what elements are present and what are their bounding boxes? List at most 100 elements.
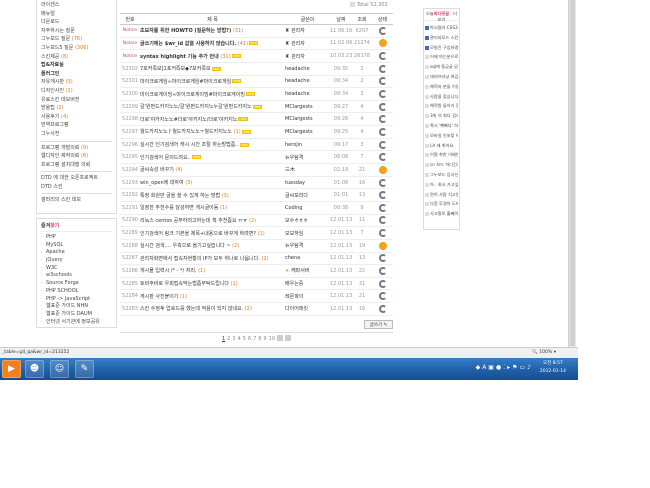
sidebar-menu-item[interactable]: 웹디자인 제작의뢰 (6) — [41, 152, 112, 161]
row-author[interactable]: 뉴우탐격 — [285, 239, 330, 253]
recent-comment-item[interactable]: 해적원 들어가 정년.. — [425, 101, 458, 111]
post-title-link[interactable]: 초보자를 위한 HOWTO (질문하는 방법?) — [140, 28, 231, 34]
row-author[interactable]: 레몬파이 — [285, 289, 330, 304]
recent-comment-item[interactable]: 아.. 회사 가고싶다.. — [425, 180, 458, 190]
post-title-link[interactable]: 게시물 입력시 /* - */ 처리. — [140, 268, 197, 274]
row-author[interactable]: 뉴우탐격 — [285, 150, 330, 165]
recent-comment-item[interactable]: 관리자모드 스킨입.. — [425, 33, 458, 43]
post-title-link[interactable]: 실시간 검색.... 우측으로 옮기고싶습니다 ~ — [140, 243, 231, 249]
row-author[interactable]: ★ 케파서버 — [285, 264, 330, 278]
tray-icons[interactable]: ◆A▣●⁚▸⚑▭♪ — [476, 364, 533, 371]
sidebar-menu-item[interactable]: 라이센스 — [41, 1, 112, 10]
sidebar-menu-item[interactable]: 디자인사진 (1) — [41, 87, 112, 96]
sidebar-menu-item[interactable]: 다운로드 — [41, 18, 112, 27]
recent-comment-item[interactable]: 모빌진 구입하겠다.. — [425, 43, 458, 53]
post-title-link[interactable]: 글쓰기에는 $wr_id 값을 사용하지 않습니다. — [140, 41, 236, 47]
sidebar-menu-item[interactable]: 팁&자료실 — [41, 61, 112, 70]
sidebar-menu-item[interactable]: 사용후기 (4) — [41, 113, 112, 122]
recent-comment-item[interactable]: 사고팔로 홀빼이저 .. — [425, 209, 458, 219]
recent-comment-item[interactable]: LA 에 취어요. — [425, 141, 458, 151]
sidebar-menu-item[interactable]: 유료스킨 데모버전 — [41, 96, 112, 105]
sidebar-menu-item[interactable]: DTD 스킨 — [41, 183, 112, 192]
post-title-link[interactable]: 일정한 추천수를 달성하면 게시글이동 — [140, 205, 218, 211]
sidebar-menu-item[interactable]: 방울팁 (2) — [41, 104, 112, 113]
recent-comment-item[interactable]: 그누보드 입사신청.. — [425, 170, 458, 180]
page-link[interactable]: 5 — [243, 336, 246, 342]
recent-comment-item[interactable]: 해적자 분들 이용 .. — [425, 82, 458, 92]
sidebar-menu-item[interactable]: 그누사전 — [41, 130, 112, 139]
favorite-link[interactable]: 웹표준 가이드 NHN — [41, 303, 112, 311]
last-page-icon[interactable] — [285, 335, 292, 341]
page-link[interactable]: 6 — [248, 336, 251, 342]
row-author[interactable]: 글씨모리다 — [285, 188, 330, 202]
sidebar-menu-item[interactable]: 그누보드 질문 (76) — [41, 35, 112, 44]
post-title-link[interactable]: 스킨 수정후 업로드를 했는데 적용이 되지 않네요. — [140, 306, 243, 312]
row-author[interactable]: MClargests — [285, 100, 330, 114]
sidebar-menu-item[interactable]: 자유게시판 (3) — [41, 78, 112, 87]
post-title-link[interactable]: 월드카지노노ㅏ월드카지노노ㅜ월드카지노노 — [140, 129, 232, 135]
row-author[interactable]: 모수ㅎㅎㅎ — [285, 214, 330, 228]
favorite-link[interactable]: w3schools — [41, 272, 112, 280]
post-title-link[interactable]: 더로'야카지노노#더로'야카지노/더로'야카지노 — [140, 117, 237, 123]
post-title-link[interactable]: win_open에 대하여 — [140, 180, 184, 186]
recent-comment-item[interactable]: 박시털러 CSS3 into.. — [425, 23, 458, 33]
post-title-link[interactable]: 인기검색어 문의드려요.. — [140, 155, 191, 161]
row-author[interactable]: herojin — [285, 138, 330, 152]
favorite-link[interactable]: 인터넷 서기관에 정보공유 — [41, 319, 112, 327]
row-author[interactable]: Coding — [285, 201, 330, 215]
row-author[interactable]: MClargests — [285, 112, 330, 127]
recent-comment-item[interactable]: sql에 중급글 있어.. — [425, 62, 458, 72]
row-author[interactable]: 다이어레킷 — [285, 302, 330, 316]
vertical-scrollbar[interactable] — [568, 0, 576, 347]
page-link[interactable]: 3 — [232, 336, 235, 342]
row-author[interactable]: ♜ 관리자 — [285, 37, 330, 51]
sidebar-menu-item[interactable]: 갤러리의 스킨 데모 — [41, 196, 112, 205]
row-author[interactable]: headache — [285, 87, 330, 101]
post-title-link[interactable]: 특정 회원만 글을 쓸 수 있게 하는 방법 — [140, 193, 220, 199]
sidebar-menu-item[interactable]: 그누보드5 질문 (306) — [41, 44, 112, 53]
post-title-link[interactable]: 인기검색어 링크 기본을 제목+내용으로 바꾸게 하려면? — [140, 231, 256, 237]
page-link[interactable]: 1 — [222, 336, 225, 342]
page-link[interactable]: 2 — [227, 336, 230, 342]
recent-comment-item[interactable]: 3위 의 최다 검색 .. — [425, 111, 458, 121]
page-link[interactable]: 7 — [253, 336, 256, 342]
post-title-link[interactable]: 7포커족보[1포커족보◆7포커족보 — [140, 66, 211, 72]
post-title-link[interactable]: 마이크로게이밍≈마이크로게이밍#마이크로게이밍 — [140, 92, 245, 98]
paint-app-icon[interactable]: ✎ — [75, 360, 94, 378]
sidebar-menu-item[interactable]: 자주하시는 질문 — [41, 27, 112, 36]
next-page-icon[interactable] — [277, 335, 284, 341]
post-title-link[interactable]: 실시간 인기검색어 캐시 시간 조절 하는방법좀.. — [140, 142, 239, 148]
row-author[interactable]: headache — [285, 62, 330, 76]
sidebar-menu-item[interactable]: 매뉴얼 — [41, 10, 112, 19]
post-title-link[interactable]: 글씨속성 바꾸기 — [140, 167, 174, 173]
row-author[interactable]: ♜ 관리자 — [285, 24, 330, 38]
messenger-app-icon[interactable]: ☻ — [25, 360, 44, 378]
post-title-link[interactable]: 게시판 사진붙이기 — [140, 294, 178, 300]
recent-comment-item[interactable]: 다음 투쟁의 도메인.. — [425, 199, 458, 209]
scrollbar-thumb[interactable] — [570, 0, 575, 346]
sidebar-menu-item[interactable]: 프로그램 설치대행 의뢰 — [41, 161, 112, 170]
favorite-link[interactable]: MySQL — [41, 242, 112, 250]
page-link[interactable]: 10 — [269, 336, 275, 342]
post-title-link[interactable]: 마이크로게임≈마이크로게임#마이크로게임 — [140, 79, 231, 85]
page-link[interactable]: 8 — [258, 336, 261, 342]
row-author[interactable]: headache — [285, 75, 330, 89]
start-app-icon[interactable]: ▶ — [2, 360, 21, 378]
recent-comment-item[interactable]: 어제 아는분으로 부.. — [425, 52, 458, 62]
recent-comment-item[interactable]: 사람을 찾습니다. — [425, 92, 458, 102]
page-link[interactable]: 9 — [263, 336, 266, 342]
post-title-link[interactable]: 리눅스 centos 공부하려고하는데 책 추천좀요 ㅠㅠ — [140, 218, 247, 224]
recent-comment-item[interactable]: cn 보드 허디건지 .. — [425, 160, 458, 170]
post-title-link[interactable]: syntax highlight 기능 추가 안내 — [140, 54, 219, 60]
recent-comment-item[interactable]: 모바일 인포맞 해스.. — [425, 131, 458, 141]
row-author[interactable]: 三木 — [285, 163, 330, 177]
favorite-link[interactable]: Source Forge — [41, 280, 112, 288]
recent-comment-item[interactable]: 혹시 '빽빠다' 하는 .. — [425, 121, 458, 131]
row-author[interactable]: MClargests — [285, 125, 330, 139]
chat-app-icon[interactable]: ☺ — [50, 360, 69, 378]
write-button[interactable]: 글쓰기 ✎ — [364, 320, 393, 329]
row-author[interactable]: ♜ 관리자 — [285, 49, 330, 63]
page-link[interactable]: 4 — [238, 336, 241, 342]
recent-comment-item[interactable]: 면허 사람 치고왔습.. — [425, 190, 458, 200]
favorite-link[interactable]: W3C — [41, 265, 112, 273]
